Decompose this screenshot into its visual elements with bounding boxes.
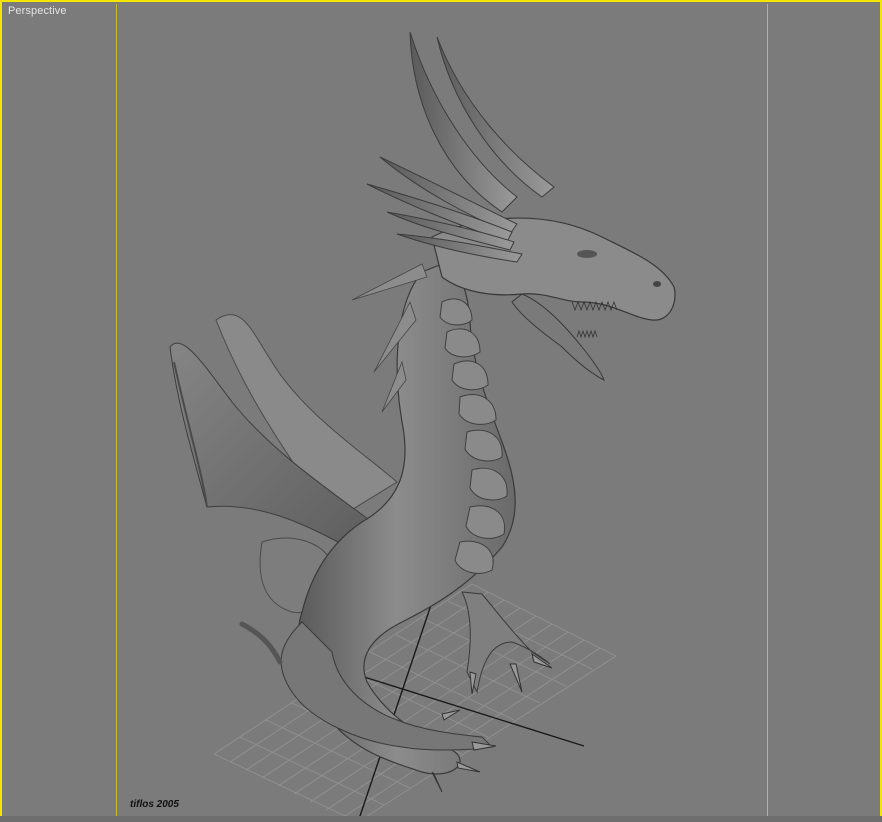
nostril: [653, 281, 661, 287]
perspective-viewport[interactable]: Perspective tiflos 2005: [0, 0, 882, 822]
dragon-jaw: [511, 293, 605, 381]
teeth: [571, 300, 618, 339]
scene-render: [169, 31, 676, 820]
grid-plane: [213, 583, 617, 820]
viewport-bottom-edge: [0, 816, 882, 822]
left-foreleg: [280, 621, 494, 751]
artist-signature: tiflos 2005: [130, 799, 179, 810]
dragon-eye: [577, 250, 597, 258]
